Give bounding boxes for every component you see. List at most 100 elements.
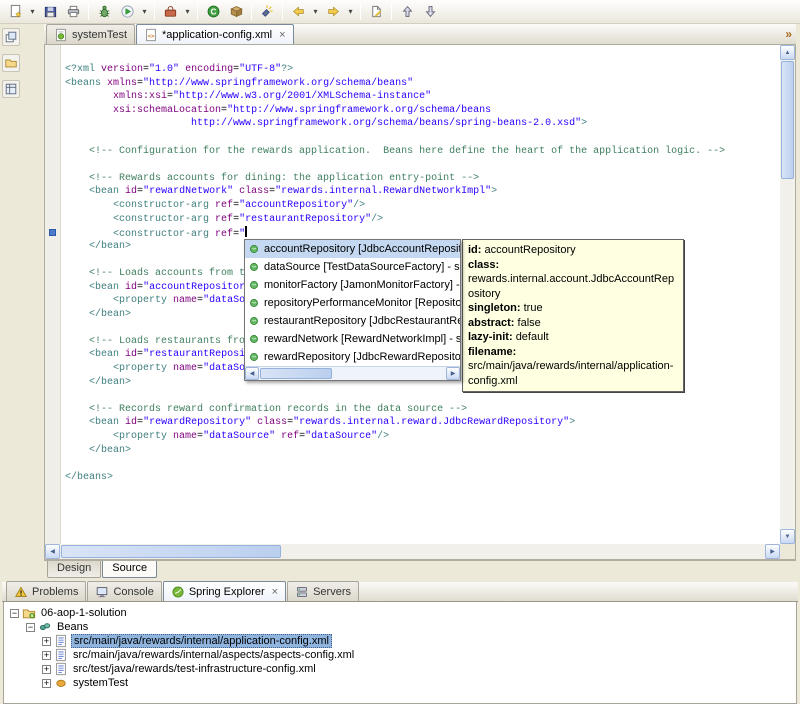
- vertical-scrollbar-thumb[interactable]: [781, 61, 794, 179]
- code-segment: "dataSource": [203, 431, 276, 443]
- back-button[interactable]: [287, 2, 309, 22]
- toolbar-dropdown-arrow-icon[interactable]: ▾: [27, 2, 38, 22]
- bean-icon: [54, 676, 68, 690]
- new-class-button[interactable]: C: [202, 2, 224, 22]
- save-button[interactable]: [39, 2, 61, 22]
- next-annotation-button[interactable]: [419, 2, 441, 22]
- forward-button[interactable]: [322, 2, 344, 22]
- code-line[interactable]: <!-- Configuration for the rewards appli…: [65, 145, 780, 159]
- assist-scroll-right-icon[interactable]: ▶: [446, 367, 460, 380]
- tree-item-src-main-java-rewards-internal-application-config-xml[interactable]: + src/main/java/rewards/internal/applicat…: [4, 634, 796, 648]
- code-segment: ref: [215, 199, 234, 211]
- code-segment: </bean>: [89, 444, 132, 456]
- code-line[interactable]: [65, 457, 780, 471]
- code-line[interactable]: <constructor-arg ref=": [65, 226, 780, 240]
- tab-overflow-chevron-icon[interactable]: »: [785, 27, 792, 41]
- scroll-left-icon[interactable]: ◀: [45, 544, 60, 559]
- search-button[interactable]: [256, 2, 278, 22]
- expand-icon[interactable]: +: [42, 678, 51, 688]
- expand-icon[interactable]: +: [42, 650, 51, 660]
- collapse-icon[interactable]: −: [10, 608, 19, 618]
- expand-icon[interactable]: +: [42, 664, 51, 674]
- toolbar-dropdown-arrow-icon[interactable]: ▾: [310, 2, 321, 22]
- tooltip-value: src/main/java/rewards/internal/applicati…: [468, 360, 674, 387]
- code-line[interactable]: <constructor-arg ref="accountRepository"…: [65, 199, 780, 213]
- code-line[interactable]: </bean>: [65, 444, 780, 458]
- tooltip-label: id:: [468, 244, 482, 256]
- assist-item[interactable]: accountRepository [JdbcAccountRepository…: [245, 240, 460, 258]
- last-edit-button[interactable]: [365, 2, 387, 22]
- close-tab-icon[interactable]: ×: [279, 29, 285, 40]
- code-line[interactable]: <constructor-arg ref="restaurantReposito…: [65, 213, 780, 227]
- tooltip-label: lazy-init:: [468, 331, 513, 343]
- scroll-right-icon[interactable]: ▶: [765, 544, 780, 559]
- code-line[interactable]: [65, 131, 780, 145]
- code-segment: name: [173, 363, 198, 375]
- toolbar-dropdown-arrow-icon[interactable]: ▾: [139, 2, 150, 22]
- assist-item[interactable]: rewardNetwork [RewardNetworkImpl] - src/…: [245, 330, 460, 348]
- tree-item-src-test-java-rewards-test-infrastructure-config-xml[interactable]: + src/test/java/rewards/test-infrastructu…: [4, 662, 796, 676]
- assist-item[interactable]: restaurantRepository [JdbcRestaurantRepo…: [245, 312, 460, 330]
- minimized-view-3-button[interactable]: [2, 80, 20, 98]
- assist-item[interactable]: rewardRepository [JdbcRewardRepository] …: [245, 348, 460, 366]
- horizontal-scrollbar-thumb[interactable]: [61, 545, 281, 558]
- toolbar-dropdown-arrow-icon[interactable]: ▾: [345, 2, 356, 22]
- tree-item-06-aop-1-solution[interactable]: − S 06-aop-1-solution: [4, 606, 796, 620]
- view-tab-console[interactable]: Console: [87, 581, 162, 601]
- minimized-view-1-button[interactable]: [2, 28, 20, 46]
- code-line[interactable]: xmlns:xsi="http://www.w3.org/2001/XMLSch…: [65, 90, 780, 104]
- scroll-up-icon[interactable]: ▲: [780, 45, 795, 60]
- toolbar-dropdown-arrow-icon[interactable]: ▾: [182, 2, 193, 22]
- tree-item-beans[interactable]: − Beans: [4, 620, 796, 634]
- code-segment: </bean>: [89, 240, 132, 252]
- scroll-down-icon[interactable]: ▼: [780, 529, 795, 544]
- assist-item[interactable]: repositoryPerformanceMonitor [Repository…: [245, 294, 460, 312]
- code-line[interactable]: <!-- Records reward confirmation records…: [65, 403, 780, 417]
- assist-scrollbar-thumb[interactable]: [260, 368, 332, 379]
- close-tab-icon[interactable]: ×: [272, 586, 278, 597]
- code-line[interactable]: <beans xmlns="http://www.springframework…: [65, 77, 780, 91]
- beans-icon: [38, 620, 52, 634]
- assist-horizontal-scrollbar[interactable]: ◀ ▶: [245, 366, 460, 380]
- print-button[interactable]: [62, 2, 84, 22]
- mode-tab-design[interactable]: Design: [47, 561, 102, 578]
- view-tab-problems[interactable]: Problems: [6, 581, 87, 601]
- code-line[interactable]: <bean id="rewardRepository" class="rewar…: [65, 416, 780, 430]
- expand-icon[interactable]: +: [42, 636, 51, 646]
- tree-item-systemtest[interactable]: + systemTest: [4, 676, 796, 690]
- external-tools-button[interactable]: [159, 2, 181, 22]
- new-package-button[interactable]: [225, 2, 247, 22]
- view-tab-spring-explorer[interactable]: Spring Explorer ×: [162, 581, 287, 601]
- code-line[interactable]: </beans>: [65, 471, 780, 485]
- tooltip-label: class:: [468, 258, 500, 271]
- code-line[interactable]: [65, 158, 780, 172]
- code-line[interactable]: <bean id="rewardNetwork" class="rewards.…: [65, 185, 780, 199]
- minimized-view-2-button[interactable]: [2, 54, 20, 72]
- code-line[interactable]: xsi:schemaLocation="http://www.springfra…: [65, 104, 780, 118]
- editor-horizontal-scrollbar[interactable]: ◀ ▶: [45, 544, 780, 559]
- code-line[interactable]: <?xml version="1.0" encoding="UTF-8"?>: [65, 63, 780, 77]
- assist-item[interactable]: monitorFactory [JamonMonitorFactory] - s…: [245, 276, 460, 294]
- mode-tab-source[interactable]: Source: [102, 561, 158, 578]
- run-button[interactable]: [116, 2, 138, 22]
- assist-item[interactable]: dataSource [TestDataSourceFactory] - src…: [245, 258, 460, 276]
- editor-vertical-scrollbar[interactable]: ▲ ▼: [780, 45, 795, 544]
- prev-annotation-button[interactable]: [396, 2, 418, 22]
- editor-tab-systemtest[interactable]: systemTest: [46, 24, 136, 44]
- code-segment: <!-- Records reward confirmation records…: [89, 403, 468, 415]
- code-line[interactable]: <!-- Rewards accounts for dining: the ap…: [65, 172, 780, 186]
- code-line[interactable]: <property name="dataSource" ref="dataSou…: [65, 430, 780, 444]
- collapse-icon[interactable]: −: [26, 622, 35, 632]
- config-icon: [54, 648, 68, 662]
- editor-tab-application-config-xml[interactable]: <> *application-config.xml ×: [136, 24, 294, 44]
- tree-item-src-main-java-rewards-internal-aspects-aspects-config-xml[interactable]: + src/main/java/rewards/internal/aspects/…: [4, 648, 796, 662]
- code-segment: >: [569, 417, 576, 429]
- debug-button[interactable]: [93, 2, 115, 22]
- new-wizard-button[interactable]: [4, 2, 26, 22]
- assist-scroll-left-icon[interactable]: ◀: [245, 367, 259, 380]
- code-segment: "accountRepositor: [143, 281, 246, 293]
- view-tab-servers[interactable]: Servers: [287, 581, 359, 601]
- annotation-ruler[interactable]: [45, 45, 61, 559]
- code-line[interactable]: http://www.springframework.org/schema/be…: [65, 117, 780, 131]
